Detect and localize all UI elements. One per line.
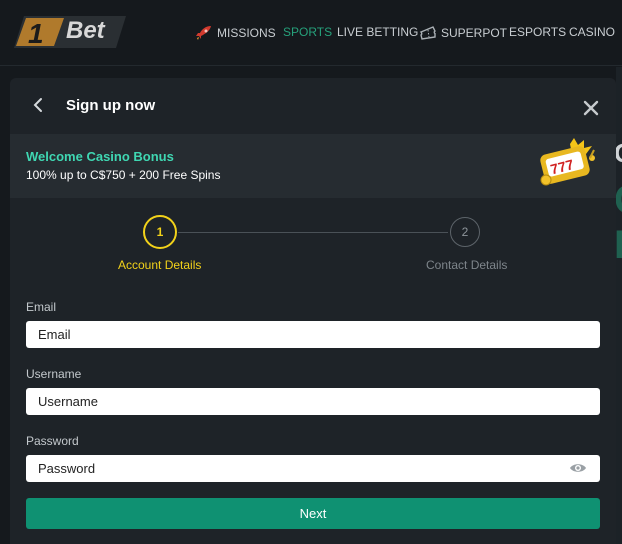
nav-item-superpot[interactable]: SUPERPOT	[419, 25, 507, 41]
nav-label-sports: SPORTS	[283, 25, 333, 39]
bonus-banner: Welcome Casino Bonus 100% up to C$750 + …	[10, 134, 616, 198]
slot-machine-icon: 777	[540, 138, 595, 186]
ticket-icon	[419, 26, 436, 40]
next-button[interactable]: Next	[26, 498, 600, 529]
nav-item-missions[interactable]: MISSIONS	[195, 25, 276, 41]
modal-header: Sign up now	[10, 78, 616, 134]
logo-text: Bet	[66, 17, 105, 44]
signup-steps: 1 2 Account Details Contact Details	[10, 214, 616, 274]
site-header: 1 Bet MISSIONS SPORTS LIVE BETTING SUPER…	[0, 0, 622, 66]
eye-icon[interactable]	[569, 461, 587, 475]
email-input[interactable]	[26, 321, 600, 348]
password-label: Password	[26, 434, 79, 448]
nav-label-superpot: SUPERPOT	[441, 26, 508, 40]
signup-modal: Sign up now Welcome Casino Bonus 100% up…	[10, 78, 616, 544]
bonus-title: Welcome Casino Bonus	[26, 149, 174, 164]
nav-item-sports[interactable]: SPORTS	[283, 25, 332, 39]
nav-label-esports: ESPORTS	[509, 25, 567, 39]
username-input[interactable]	[26, 388, 600, 415]
logo-numeral: 1	[28, 18, 44, 48]
nav-label-casino: CASINO	[569, 25, 616, 39]
rocket-icon	[196, 26, 211, 40]
nav-label-live-betting: LIVE BETTING	[337, 25, 419, 39]
nav-item-live-betting[interactable]: LIVE BETTING	[337, 25, 418, 39]
modal-title: Sign up now	[66, 97, 156, 114]
nav-label-missions: MISSIONS	[217, 26, 276, 40]
step-1-indicator: 1	[143, 215, 177, 249]
email-label: Email	[26, 300, 57, 314]
brand-logo[interactable]: 1 Bet	[14, 16, 126, 48]
username-label: Username	[26, 367, 82, 381]
page: 1 Bet MISSIONS SPORTS LIVE BETTING SUPER…	[0, 0, 622, 544]
close-icon[interactable]	[583, 100, 599, 116]
bonus-subtitle: 100% up to C$750 + 200 Free Spins	[26, 168, 221, 182]
step-1-label: Account Details	[118, 258, 202, 272]
page-backdrop	[616, 67, 622, 544]
step-2-indicator: 2	[450, 217, 480, 247]
step-2-label: Contact Details	[426, 258, 508, 272]
step-connector	[178, 232, 448, 233]
password-input[interactable]	[26, 455, 600, 482]
chevron-left-icon[interactable]	[30, 96, 46, 114]
nav-item-casino[interactable]: CASINO	[569, 25, 615, 39]
nav-item-esports[interactable]: ESPORTS	[509, 25, 566, 39]
